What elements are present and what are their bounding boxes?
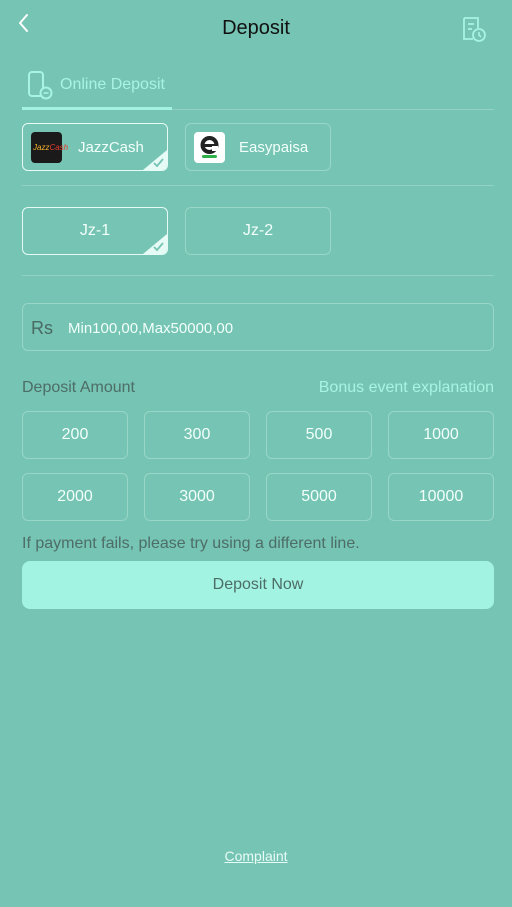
jazzcash-logo: JazzCash [31,132,68,163]
deposit-now-button[interactable]: Deposit Now [22,561,494,609]
tab-label: Online Deposit [60,76,165,93]
check-icon [143,150,167,170]
currency-symbol: Rs [31,318,53,338]
deposit-amount-label: Deposit Amount [22,379,135,396]
amount-option[interactable]: 200 [22,411,128,459]
amount-option[interactable]: 500 [266,411,372,459]
document-clock-icon[interactable] [459,15,489,43]
easypaisa-logo [194,132,225,163]
amount-option[interactable]: 2000 [22,473,128,521]
bonus-explanation-link[interactable]: Bonus event explanation [319,379,494,397]
amount-option[interactable]: 3000 [144,473,250,521]
line-option-jz-2[interactable]: Jz-2 [185,207,331,255]
divider [22,275,494,276]
payment-method-label: JazzCash [78,139,144,156]
payment-hint: If payment fails, please try using a dif… [22,535,360,552]
tab-online-deposit[interactable]: Online Deposit [22,64,172,110]
line-option-jz-1[interactable]: Jz-1 [22,207,168,255]
header: Deposit [0,0,512,58]
amount-option[interactable]: 1000 [388,411,494,459]
complaint-link[interactable]: Complaint [0,848,512,864]
line-label: Jz-2 [242,222,274,239]
amount-input[interactable]: Rs Min100,00,Max50000,00 [22,303,494,351]
amount-option[interactable]: 5000 [266,473,372,521]
mobile-payment-icon [28,71,53,100]
page-title: Deposit [222,17,290,39]
payment-method-label: Easypaisa [239,139,309,156]
amount-option[interactable]: 10000 [388,473,494,521]
payment-method-jazzcash[interactable]: JazzCash JazzCash [22,123,168,171]
tab-bar: Online Deposit [22,64,494,110]
payment-method-easypaisa[interactable]: Easypaisa [185,123,331,171]
amount-option[interactable]: 300 [144,411,250,459]
check-icon [143,234,167,254]
amount-placeholder: Min100,00,Max50000,00 [68,320,234,337]
divider [22,185,494,186]
